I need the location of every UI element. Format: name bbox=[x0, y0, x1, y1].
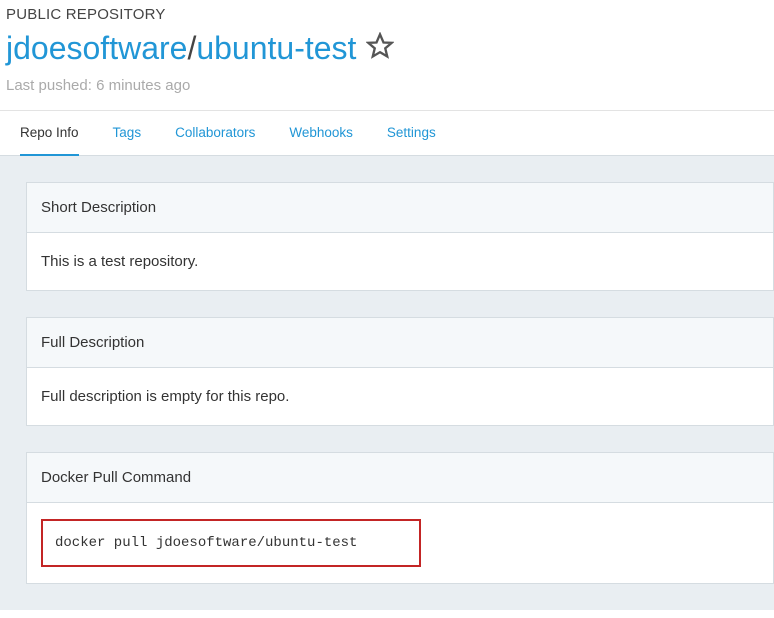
star-icon[interactable] bbox=[362, 32, 394, 65]
short-description-body: This is a test repository. bbox=[27, 233, 773, 290]
repo-slash: / bbox=[187, 30, 196, 66]
repo-title: jdoesoftware/ubuntu-test bbox=[6, 29, 768, 67]
tab-webhooks[interactable]: Webhooks bbox=[289, 111, 353, 155]
short-description-panel: Short Description This is a test reposit… bbox=[26, 182, 774, 291]
pull-command-header: Docker Pull Command bbox=[27, 453, 773, 503]
repo-owner-link[interactable]: jdoesoftware bbox=[6, 30, 187, 66]
pull-command-panel: Docker Pull Command docker pull jdoesoft… bbox=[26, 452, 774, 584]
last-pushed-label: Last pushed: 6 minutes ago bbox=[6, 77, 768, 94]
full-description-body: Full description is empty for this repo. bbox=[27, 368, 773, 425]
tab-settings[interactable]: Settings bbox=[387, 111, 436, 155]
tab-bar: Repo Info Tags Collaborators Webhooks Se… bbox=[0, 111, 774, 155]
content-area: Short Description This is a test reposit… bbox=[0, 155, 774, 610]
short-description-header: Short Description bbox=[27, 183, 773, 233]
full-description-panel: Full Description Full description is emp… bbox=[26, 317, 774, 426]
pull-command-text[interactable]: docker pull jdoesoftware/ubuntu-test bbox=[41, 519, 421, 567]
tab-collaborators[interactable]: Collaborators bbox=[175, 111, 255, 155]
tab-tags[interactable]: Tags bbox=[113, 111, 142, 155]
repo-type-label: PUBLIC REPOSITORY bbox=[6, 6, 768, 23]
full-description-header: Full Description bbox=[27, 318, 773, 368]
repo-name-link[interactable]: ubuntu-test bbox=[196, 30, 356, 66]
tab-repo-info[interactable]: Repo Info bbox=[20, 111, 79, 156]
